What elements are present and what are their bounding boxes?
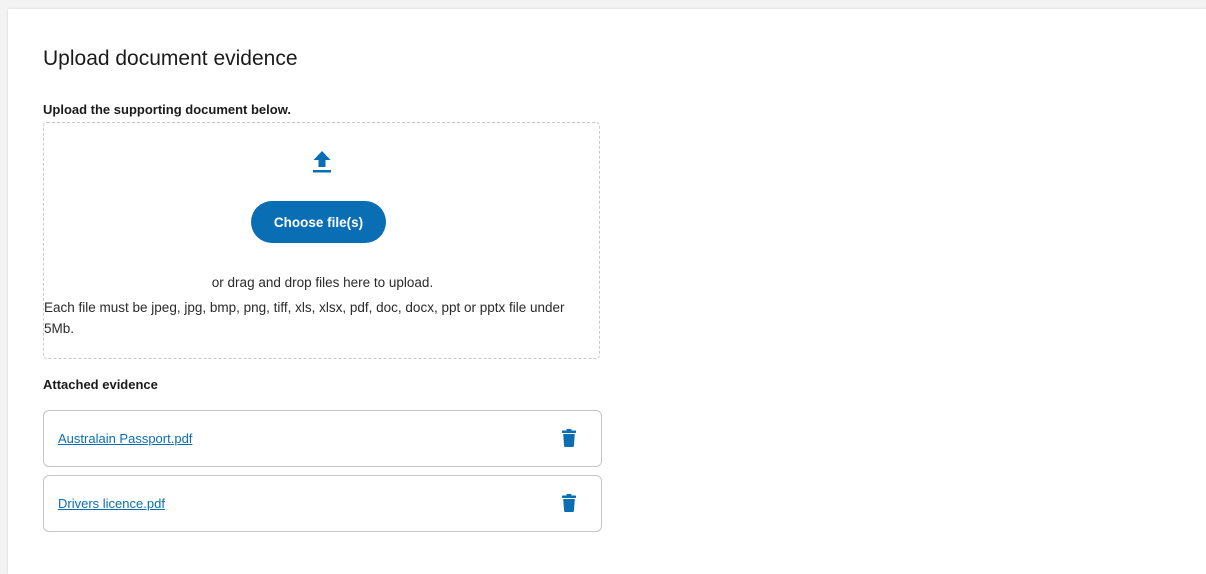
file-dropzone[interactable]: Choose file(s) or drag and drop files he… — [43, 122, 600, 359]
page-title: Upload document evidence — [43, 47, 298, 70]
file-link[interactable]: Australain Passport.pdf — [58, 431, 192, 446]
file-link[interactable]: Drivers licence.pdf — [58, 496, 165, 511]
upload-instruction: Upload the supporting document below. — [43, 102, 291, 117]
upload-arrow-icon — [313, 151, 331, 173]
attached-evidence-label: Attached evidence — [43, 377, 158, 392]
attached-file-item: Australain Passport.pdf — [43, 410, 602, 467]
choose-files-button[interactable]: Choose file(s) — [251, 201, 386, 243]
trash-icon[interactable] — [562, 494, 576, 512]
file-requirements-text: Each file must be jpeg, jpg, bmp, png, t… — [44, 300, 565, 336]
attached-file-item: Drivers licence.pdf — [43, 475, 602, 532]
drag-drop-hint: or drag and drop files here to upload. — [211, 275, 434, 290]
trash-icon[interactable] — [562, 429, 576, 447]
upload-evidence-panel: Upload document evidence Upload the supp… — [8, 9, 1206, 574]
